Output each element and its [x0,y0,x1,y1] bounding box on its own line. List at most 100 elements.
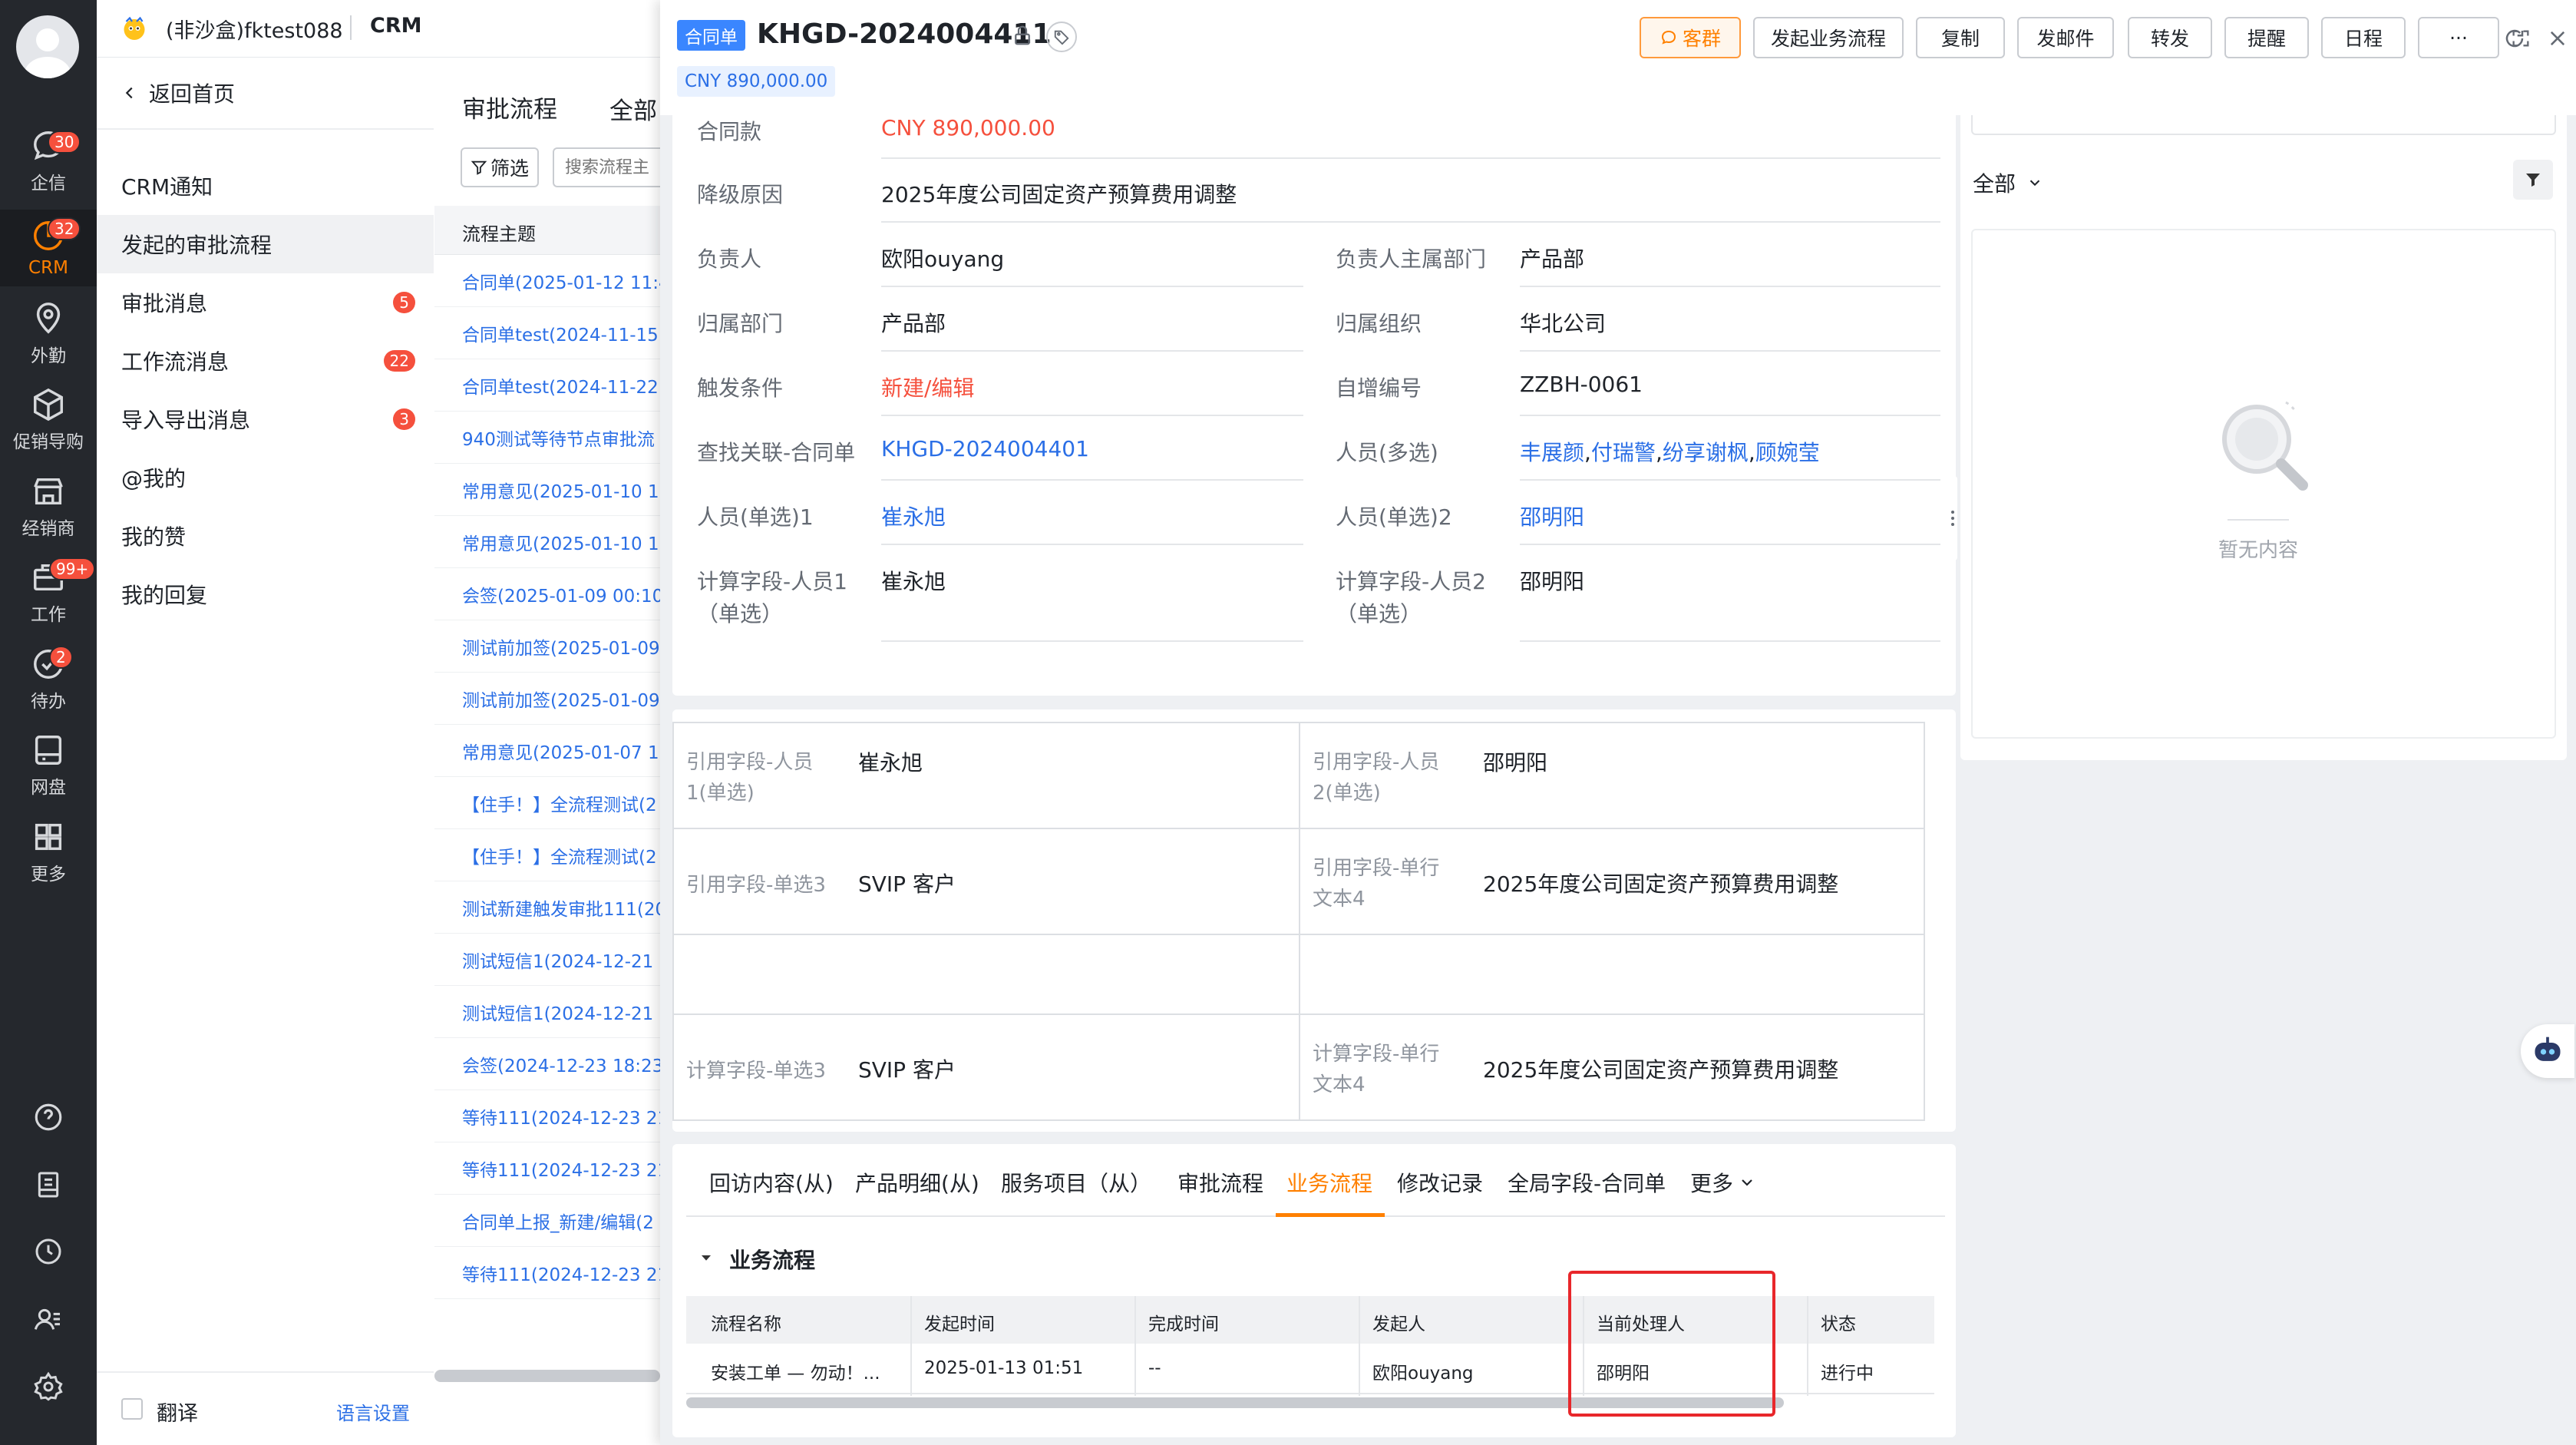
contacts-button[interactable] [31,1301,66,1337]
tab-change-log[interactable]: 修改记录 [1397,1167,1483,1198]
list-item[interactable]: 合同单上报_新建/编辑(2 [434,1195,660,1247]
translate-checkbox[interactable] [121,1398,143,1420]
field-value: SVIP 客户 [858,1057,956,1083]
list-item[interactable]: 会签(2025-01-09 00:10) [434,568,660,620]
field-value: 2025年度公司固定资产预算费用调整 [1483,871,1839,897]
person-link[interactable]: 纷享谢枫 [1663,440,1749,465]
button-label: 提醒 [2247,28,2286,50]
menu-item-workflow-messages[interactable]: 工作流消息 22 [97,332,434,390]
notebook-button[interactable] [31,1167,66,1202]
list-item[interactable]: 测试前加签(2025-01-09 [434,620,660,673]
close-button[interactable] [2542,23,2573,54]
field-value: 邵明阳 [1520,569,1585,594]
nav-rail: 企信 30 CRM 32 外勤 促销导购 经销商 工作 99+ 待办 2 网盘 … [0,0,97,1445]
send-email-button[interactable]: 发邮件 [2017,17,2114,58]
list-item[interactable]: 合同单test(2024-11-22 1 [434,359,660,412]
list-item[interactable]: 【住手！】全流程测试(2 [434,777,660,829]
rail-item-dealer[interactable]: 经销商 [0,468,97,545]
person-link[interactable]: 崔永旭 [881,501,946,531]
menu-item-likes[interactable]: 我的赞 [97,507,434,565]
remind-button[interactable]: 提醒 [2224,17,2309,58]
rail-item-promo[interactable]: 促销导购 [0,382,97,458]
rail-item-todo[interactable]: 待办 2 [0,641,97,718]
assistant-bot-button[interactable] [2521,1024,2574,1078]
tab-global-fields[interactable]: 全局字段-合同单 [1508,1167,1666,1198]
horizontal-scrollbar[interactable] [434,1370,660,1382]
list-item[interactable]: 常用意见(2025-01-10 15: [434,516,660,568]
list-item[interactable]: 测试短信1(2024-12-21 0 [434,986,660,1038]
more-actions-button[interactable]: ··· [2418,17,2499,58]
person-link[interactable]: 邵明阳 [1520,501,1584,531]
list-item[interactable]: 常用意见(2025-01-10 19: [434,464,660,516]
panel-splitter[interactable] [1948,476,1957,560]
person-link[interactable]: 付瑞警 [1591,440,1656,465]
table-cell[interactable]: 安装工单 — 勿动！... [711,1358,880,1384]
copy-button[interactable]: 复制 [1916,17,2005,58]
list-item[interactable]: 测试短信1(2024-12-21 0 [434,934,660,986]
rail-item-more[interactable]: 更多 [0,814,97,891]
field-value: SVIP 客户 [858,871,956,897]
history-button[interactable] [31,1234,66,1269]
list-item[interactable]: 940测试等待节点审批流 [434,412,660,464]
list-item[interactable]: 等待111(2024-12-23 21: [434,1247,660,1299]
avatar[interactable] [16,15,79,78]
collapse-toggle[interactable] [697,1248,715,1267]
rail-item-drive[interactable]: 网盘 [0,727,97,804]
menu-item-import-export[interactable]: 导入导出消息 3 [97,390,434,448]
divider [2228,519,2289,521]
rail-item-crm[interactable]: CRM 32 [0,210,97,286]
tab-business-flow[interactable]: 业务流程 [1286,1167,1372,1198]
menu-item-my-approvals[interactable]: 发起的审批流程 [97,215,434,273]
field-value: 崔永旭 [858,750,923,775]
list-item[interactable]: 测试新建触发审批111(20 [434,881,660,934]
rail-item-work[interactable]: 工作 99+ [0,554,97,631]
list-item[interactable]: 合同单(2025-01-12 11:40) [434,255,660,307]
list-item[interactable]: 合同单test(2024-11-15 20: [434,307,660,359]
filter-button[interactable]: 筛选 [461,147,539,187]
language-settings-link[interactable]: 语言设置 [336,1398,410,1425]
list-scope[interactable]: 全部 [609,91,657,126]
field-label: 自增编号 [1336,375,1422,401]
rail-item-field[interactable]: 外勤 [0,296,97,372]
list-item[interactable]: 等待111(2024-12-23 21: [434,1090,660,1142]
list-item[interactable]: 等待111(2024-12-23 21: [434,1142,660,1195]
side-input-box[interactable] [1971,115,2556,135]
count-badge: 22 [383,350,415,372]
chevron-left-icon [125,87,133,99]
side-filter-button[interactable] [2513,160,2553,200]
person-link[interactable]: 顾婉莹 [1755,440,1820,465]
list-item[interactable]: 【住手！】全流程测试(2 [434,829,660,881]
settings-button[interactable] [31,1369,66,1404]
grid-cell: 计算字段-单选3 SVIP 客户 [672,1013,1300,1121]
rail-label: 外勤 [31,346,66,366]
tab-approval[interactable]: 审批流程 [1177,1167,1263,1198]
tab-products[interactable]: 产品明细(从) [855,1167,979,1198]
menu-item-approval-messages[interactable]: 审批消息 5 [97,273,434,332]
field-value: 邵明阳 [1483,750,1548,775]
search-input[interactable] [553,147,660,187]
schedule-button[interactable]: 日程 [2321,17,2406,58]
menu-item-replies[interactable]: 我的回复 [97,565,434,623]
message-menu: 返回首页 CRM通知 发起的审批流程 审批消息 5 工作流消息 22 导入导出消息 3… [97,58,435,1445]
list-item[interactable]: 测试前加签(2025-01-09 [434,673,660,725]
list-item[interactable]: 会签(2024-12-23 18:23) [434,1038,660,1090]
lookup-link[interactable]: KHGD-2024004401 [881,436,1089,461]
tag-button[interactable] [1046,21,1077,52]
menu-item-crm-notice[interactable]: CRM通知 [97,157,434,215]
customer-group-button[interactable]: 客群 [1640,17,1741,58]
rail-item-chat[interactable]: 企信 30 [0,123,97,200]
start-business-flow-button[interactable]: 发起业务流程 [1753,17,1904,58]
forward-button[interactable]: 转发 [2128,17,2212,58]
person-link[interactable]: 丰展颜 [1520,440,1584,465]
help-button[interactable] [31,1099,66,1135]
tab-visit[interactable]: 回访内容(从) [709,1167,834,1198]
side-filter-dropdown[interactable]: 全部 [1973,167,2043,198]
active-tab-indicator [1276,1213,1385,1217]
lock-button[interactable] [1009,21,1036,49]
back-home-link[interactable]: 返回首页 [97,64,434,122]
menu-item-mentions[interactable]: @我的 [97,448,434,507]
fullscreen-button[interactable] [2505,23,2536,54]
list-item[interactable]: 常用意见(2025-01-07 15: [434,725,660,777]
tab-services[interactable]: 服务项目（从） [1001,1167,1151,1198]
tab-more[interactable]: 更多 [1690,1167,1756,1198]
